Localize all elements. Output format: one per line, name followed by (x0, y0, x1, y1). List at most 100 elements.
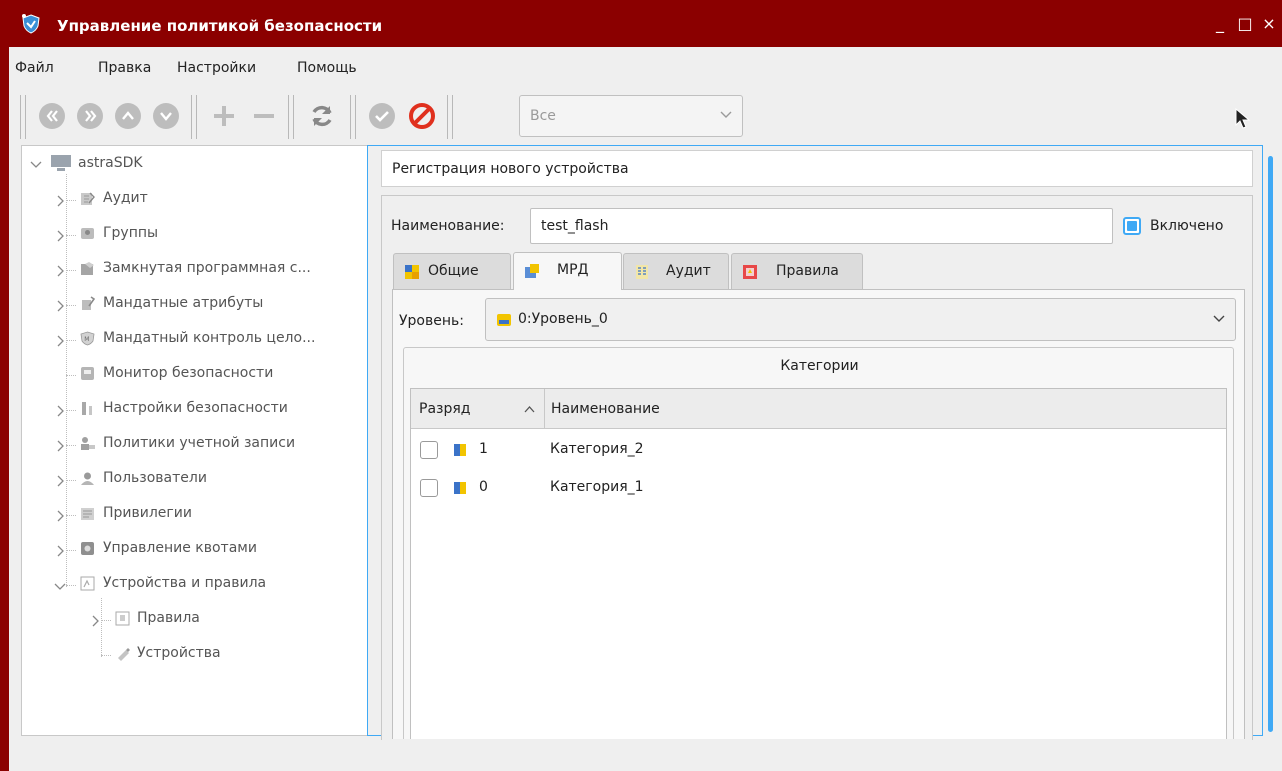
tree-item-users[interactable]: Пользователи (22, 463, 370, 498)
category-icon (454, 482, 466, 494)
menu-help[interactable]: Помощь (297, 60, 357, 76)
menu-file[interactable]: Файл (15, 60, 54, 76)
tree-item-closed-software[interactable]: Замкнутая программная с... (22, 253, 370, 288)
tree-guide-line (66, 270, 76, 271)
tree-item-integrity-control[interactable]: M Мандатный контроль цело... (22, 323, 370, 358)
up-icon[interactable] (114, 102, 142, 130)
enabled-checkbox[interactable] (1123, 217, 1141, 235)
tab-rules[interactable]: Правила (731, 253, 863, 289)
table-row[interactable]: 1 Категория_2 (411, 431, 1226, 469)
chevron-down-icon[interactable] (54, 582, 66, 592)
tree-item-groups[interactable]: Группы (22, 218, 370, 253)
refresh-icon[interactable] (308, 102, 336, 130)
tree-guide-line (66, 375, 76, 376)
chevron-right-icon[interactable] (56, 545, 64, 557)
chevron-right-icon[interactable] (91, 615, 99, 627)
tree-item-label: Мандатные атрибуты (103, 295, 264, 311)
close-button[interactable]: × (1258, 14, 1280, 34)
scrollbar-thumb[interactable] (1268, 156, 1273, 732)
app-window: Управление политикой безопасности _ □ × … (9, 0, 1282, 771)
computer-icon (51, 155, 71, 171)
tree-guide-line (66, 200, 76, 201)
tab-mrd[interactable]: МРД (513, 252, 622, 290)
chevron-right-icon[interactable] (56, 230, 64, 242)
apply-icon[interactable] (368, 102, 396, 130)
toolbar: Все (9, 87, 1282, 145)
name-label: Наименование: (391, 218, 505, 234)
tree-root-label: astraSDK (78, 155, 143, 171)
minus-icon[interactable] (250, 102, 278, 130)
minimize-button[interactable]: _ (1209, 14, 1231, 34)
tree-item-label: Управление квотами (103, 540, 257, 556)
chevron-right-icon[interactable] (56, 300, 64, 312)
tree-item-mandatory-attributes[interactable]: Мандатные атрибуты (22, 288, 370, 323)
table-row[interactable]: 0 Категория_1 (411, 469, 1226, 507)
quota-disk-icon (81, 542, 94, 555)
general-icon (405, 265, 419, 279)
tree-item-label: Привилегии (103, 505, 192, 521)
tree-item-label: Устройства (137, 645, 221, 661)
categories-table[interactable]: Разряд Наименование 1 Категория_2 0 Кате… (410, 388, 1227, 739)
chevron-down-icon[interactable] (30, 160, 42, 170)
tree-item-account-policies[interactable]: Политики учетной записи (22, 428, 370, 463)
maximize-button[interactable]: □ (1234, 14, 1256, 34)
tab-audit[interactable]: Аудит (623, 253, 729, 289)
tree-item-devices[interactable]: Устройства (22, 638, 370, 673)
chevron-right-icon[interactable] (56, 405, 64, 417)
rules-icon (115, 611, 130, 626)
last-icon[interactable] (76, 102, 104, 130)
form-header: Регистрация нового устройства (381, 150, 1253, 187)
down-icon[interactable] (152, 102, 180, 130)
row-checkbox[interactable] (420, 441, 438, 459)
chevron-right-icon[interactable] (56, 475, 64, 487)
plus-icon[interactable] (210, 102, 238, 130)
tree-item-security-settings[interactable]: Настройки безопасности (22, 393, 370, 428)
enabled-label[interactable]: Включено (1150, 218, 1223, 234)
level-combo[interactable]: 0:Уровень_0 (485, 298, 1236, 341)
filter-combo[interactable]: Все (519, 95, 743, 137)
chevron-right-icon[interactable] (56, 265, 64, 277)
chevron-right-icon[interactable] (56, 510, 64, 522)
toolbar-separator (191, 95, 197, 139)
audit-tab-icon (636, 265, 648, 279)
name-input[interactable]: test_flash (530, 208, 1113, 244)
tree-item-devices-and-rules[interactable]: Устройства и правила (22, 568, 370, 603)
tree-item-security-monitor[interactable]: Монитор безопасности (22, 358, 370, 393)
tree-item-rules[interactable]: Правила (22, 603, 370, 638)
form-header-title: Регистрация нового устройства (392, 161, 629, 177)
tree-guide-line (66, 480, 76, 481)
tree-item-label: Мандатный контроль цело... (103, 330, 316, 346)
chevron-right-icon[interactable] (56, 195, 64, 207)
toolbar-separator (447, 95, 453, 139)
cancel-icon[interactable] (408, 102, 436, 130)
tree-guide-line (66, 235, 76, 236)
menu-edit[interactable]: Правка (98, 60, 151, 76)
tree-item-label: Аудит (103, 190, 148, 206)
window-frame (0, 0, 9, 771)
tree-item-audit[interactable]: Аудит (22, 183, 370, 218)
tree-item-quota-management[interactable]: Управление квотами (22, 533, 370, 568)
column-header-rank[interactable]: Разряд (411, 389, 545, 429)
title-bar[interactable]: Управление политикой безопасности _ □ × (9, 0, 1282, 47)
level-icon (497, 314, 511, 326)
tree-item-label: Пользователи (103, 470, 207, 486)
tab-general[interactable]: Общие (393, 253, 511, 289)
tree-guide-line (66, 410, 76, 411)
tab-label: Аудит (666, 263, 711, 279)
column-header-name[interactable]: Наименование (545, 389, 1226, 429)
chevron-right-icon[interactable] (56, 440, 64, 452)
usb-device-icon (118, 648, 130, 661)
policy-tree[interactable]: astraSDK Аудит Группы Замкнутая программ… (21, 145, 371, 736)
row-checkbox[interactable] (420, 479, 438, 497)
menu-settings[interactable]: Настройки (177, 60, 256, 76)
tree-root[interactable]: astraSDK (22, 148, 370, 183)
tree-guide-line (66, 340, 76, 341)
tree-item-privileges[interactable]: Привилегии (22, 498, 370, 533)
first-icon[interactable] (38, 102, 66, 130)
tree-guide-line (66, 585, 76, 586)
devices-rules-icon (80, 576, 95, 591)
toolbar-grip (20, 95, 26, 139)
tab-label: МРД (557, 262, 589, 278)
chevron-right-icon[interactable] (56, 335, 64, 347)
level-combo-value: 0:Уровень_0 (518, 311, 608, 327)
